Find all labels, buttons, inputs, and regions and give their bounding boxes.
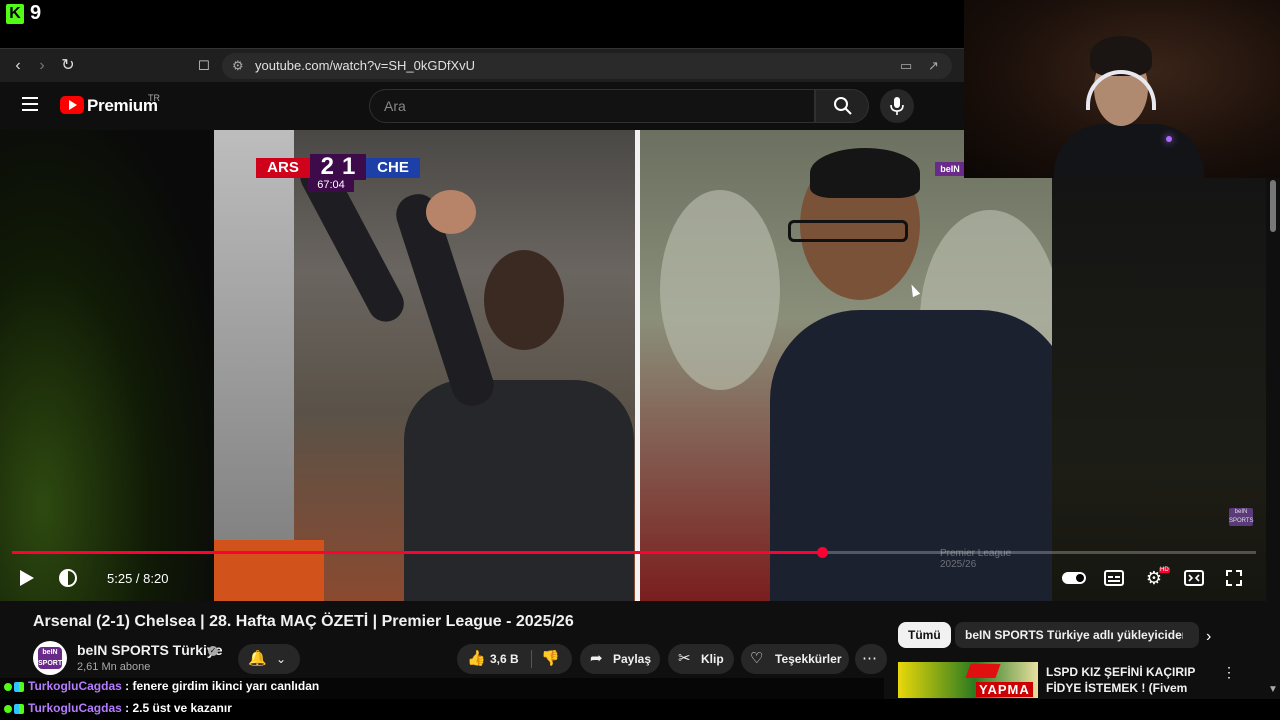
play-icon[interactable] — [20, 570, 34, 586]
streamer-webcam — [964, 0, 1280, 178]
subscriber-count: 2,61 Mn abone — [77, 661, 151, 673]
chip-all[interactable]: Tümü — [898, 622, 951, 648]
clip-label: Klip — [701, 652, 724, 666]
kebab-menu-icon[interactable]: ⋮ — [1222, 664, 1236, 681]
subscriber-badge-icon — [4, 682, 12, 691]
channel-avatar[interactable]: beIN SPORTS — [33, 641, 67, 675]
voice-search-button[interactable] — [880, 89, 914, 123]
share-icon: ➦ — [590, 650, 603, 667]
score: 21 — [310, 154, 366, 180]
verified-icon: ✓ — [208, 646, 218, 656]
hd-badge: HD — [1159, 567, 1170, 573]
search-input[interactable]: Ara — [369, 89, 815, 123]
search-icon — [834, 97, 852, 115]
share-button[interactable]: ➦ Paylaş — [580, 644, 660, 674]
ambient-glow-left — [0, 130, 214, 601]
video-frame-right — [640, 130, 1052, 601]
site-info-icon[interactable]: ⚙ — [232, 58, 244, 74]
chevron-right-icon[interactable]: › — [1206, 628, 1211, 646]
ambient-glow-right — [1052, 178, 1280, 601]
back-icon[interactable]: ‹ — [8, 56, 28, 76]
microphone-icon — [890, 97, 904, 115]
time-display: 5:25 / 8:20 — [107, 571, 169, 586]
share-label: Paylaş — [613, 652, 652, 666]
subscriber-badge-icon — [4, 704, 12, 713]
dislike-icon[interactable]: 👎 — [541, 644, 560, 674]
channel-name[interactable]: beIN SPORTS Türkiye — [77, 642, 222, 658]
share-page-icon[interactable]: ↗ — [928, 58, 939, 74]
viewer-count: 9 — [30, 2, 42, 24]
chat-badge-icon — [14, 703, 24, 714]
volume-icon[interactable] — [56, 566, 80, 590]
notification-button[interactable]: 🔔 ⌄ — [238, 644, 300, 674]
search-placeholder: Ara — [384, 98, 406, 114]
fullscreen-icon[interactable] — [1222, 566, 1246, 590]
video-title: Arsenal (2-1) Chelsea | 28. Hafta MAÇ ÖZ… — [33, 613, 574, 630]
scrollbar-thumb[interactable] — [1270, 180, 1276, 232]
match-clock: 67:04 — [308, 178, 354, 192]
chat-message: TurkogluCagdas : 2.5 üst ve kazanır — [4, 701, 232, 715]
recommendation-thumbnail[interactable]: YAPMA — [898, 662, 1038, 698]
thanks-label: Teşekkürler — [775, 652, 842, 666]
channel-watermark-icon[interactable]: beIN SPORTS — [1229, 508, 1254, 526]
page-scrollbar[interactable] — [1266, 178, 1280, 698]
url-text[interactable]: youtube.com/watch?v=SH_0kGDfXvU — [255, 58, 475, 73]
home-team: ARS — [256, 158, 310, 178]
browser-toolbar: ‹ › ↻ ☐ ⚙ youtube.com/watch?v=SH_0kGDfXv… — [0, 48, 964, 82]
scroll-down-icon[interactable]: ▼ — [1268, 684, 1278, 695]
thanks-button[interactable]: ♡ Teşekkürler — [741, 644, 849, 674]
video-frame-left — [214, 130, 635, 601]
like-count[interactable]: 3,6 B — [490, 644, 519, 674]
super-thanks-icon: ♡ — [750, 650, 764, 667]
scissors-icon: ✂ — [678, 650, 691, 667]
away-team: CHE — [366, 158, 420, 178]
youtube-logo-icon[interactable] — [60, 96, 84, 114]
forward-icon[interactable]: › — [32, 56, 52, 76]
kick-logo-icon: K — [6, 4, 24, 24]
cast-icon[interactable]: ▭ — [900, 58, 912, 74]
like-icon[interactable]: 👍 — [467, 644, 486, 674]
theater-mode-icon[interactable] — [1182, 566, 1206, 590]
split-screen-divider — [635, 130, 640, 601]
stream-overlay-top: K 9 — [0, 0, 964, 48]
reload-icon[interactable]: ↻ — [58, 56, 78, 76]
search-button[interactable] — [815, 89, 869, 123]
scoreboard: ARS 21 CHE — [256, 154, 420, 180]
progress-scrubber[interactable] — [816, 547, 828, 558]
chip-uploader[interactable]: beIN SPORTS Türkiye adlı yükleyiciden — [955, 622, 1200, 648]
region-code: TR — [148, 93, 160, 103]
more-icon: ⋯ — [862, 650, 877, 667]
clip-button[interactable]: ✂ Klip — [668, 644, 734, 674]
autoplay-toggle[interactable] — [1062, 572, 1086, 584]
broadcaster-watermark: beIN — [935, 162, 965, 176]
youtube-header: Premium TR Ara — [0, 82, 964, 130]
screen: K 9 ‹ › ↻ ☐ ⚙ youtube.com/watch?v=SH_0kG… — [0, 0, 1280, 720]
bookmark-icon[interactable]: ☐ — [194, 56, 214, 76]
menu-icon[interactable] — [22, 97, 38, 111]
more-actions-button[interactable]: ⋯ — [855, 644, 887, 674]
like-dislike-group: 👍 3,6 B 👎 — [457, 644, 572, 674]
subtitles-icon[interactable] — [1102, 566, 1126, 590]
chat-badge-icon — [14, 681, 24, 692]
chevron-down-icon: ⌄ — [276, 652, 287, 666]
chip-overflow — [1183, 622, 1193, 648]
bell-icon: 🔔 — [248, 650, 267, 667]
progress-bar[interactable] — [12, 547, 1256, 558]
progress-played — [12, 551, 822, 554]
address-bar[interactable]: ⚙ youtube.com/watch?v=SH_0kGDfXvU ▭ ↗ — [222, 53, 952, 79]
chat-message: TurkogluCagdas : fenere girdim ikinci ya… — [4, 679, 319, 693]
like-divider — [531, 650, 532, 668]
